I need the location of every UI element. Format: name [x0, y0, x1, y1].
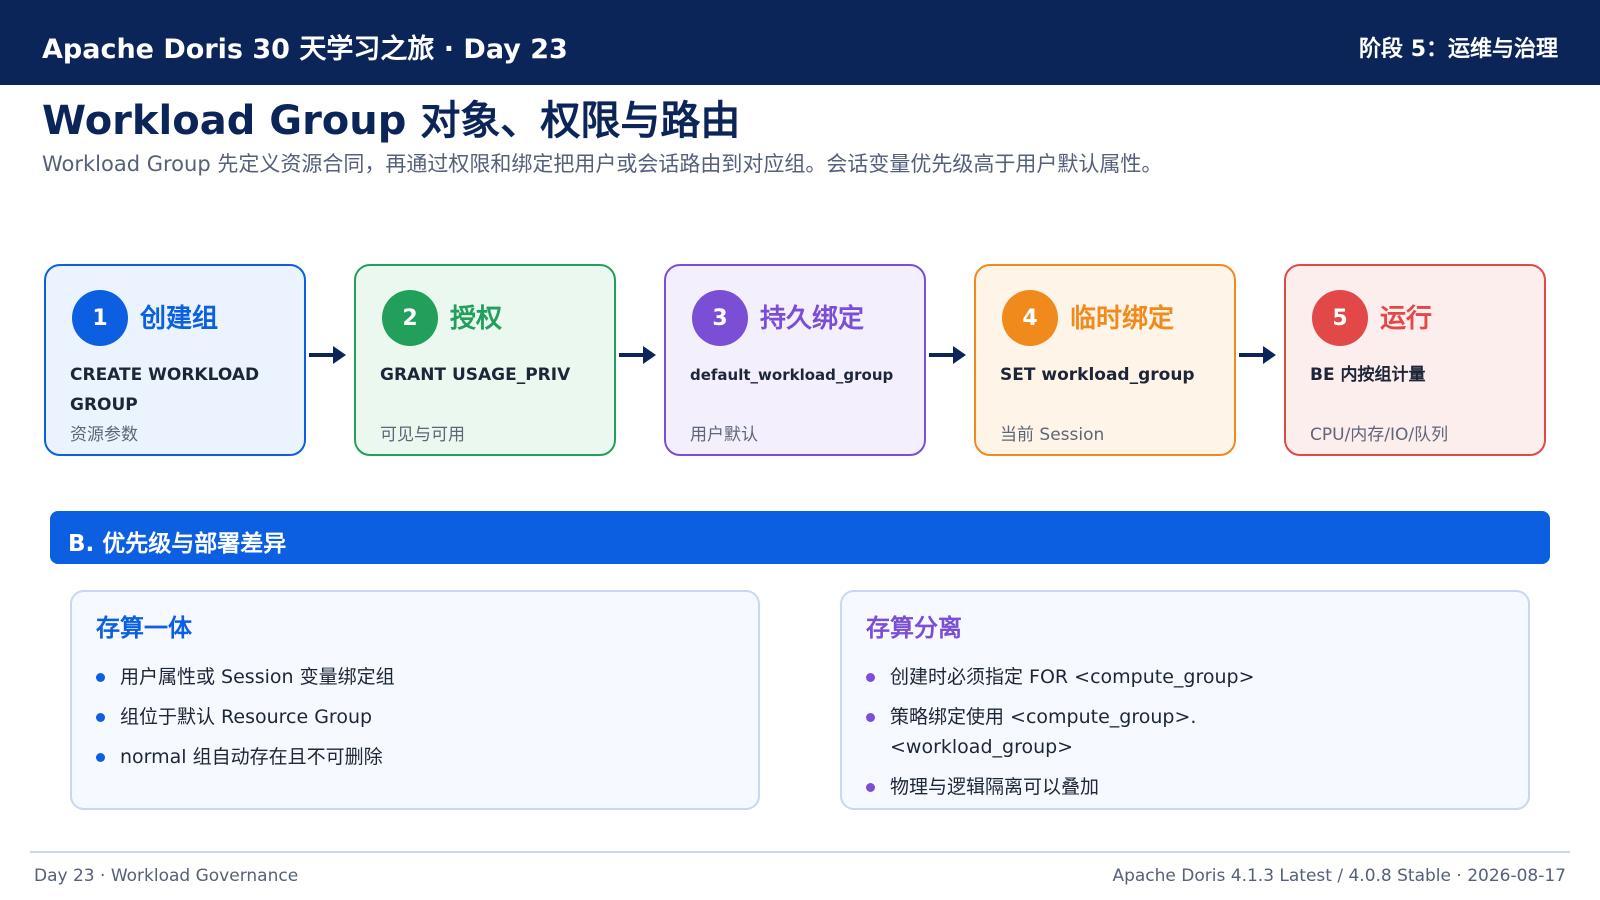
panel-integrated-storage-compute: 存算一体 用户属性或 Session 变量绑定组 组位于默认 Resource … [70, 590, 760, 810]
arrow-right-icon [309, 346, 346, 364]
panel-list: 创建时必须指定 FOR <compute_group> 策略绑定使用 <comp… [866, 662, 1286, 812]
step-card-grant: 2 授权 GRANT USAGE_PRIV 可见与可用 [354, 264, 616, 456]
step-note: CPU/内存/IO/队列 [1310, 425, 1449, 445]
bullet-dot-icon [866, 673, 875, 682]
list-item: normal 组自动存在且不可删除 [96, 742, 395, 772]
step-card-create-group: 1 创建组 CREATE WORKLOAD GROUP 资源参数 [44, 264, 306, 456]
footer-left-text: Day 23 · Workload Governance [34, 866, 299, 886]
step-note: 当前 Session [1000, 425, 1105, 445]
list-item: 组位于默认 Resource Group [96, 702, 395, 732]
top-header-bar: Apache Doris 30 天学习之旅 · Day 23 阶段 5：运维与治… [0, 0, 1600, 85]
footer-right-text: Apache Doris 4.1.3 Latest / 4.0.8 Stable… [1112, 866, 1566, 886]
bullet-dot-icon [96, 713, 105, 722]
panel-title: 存算分离 [866, 614, 962, 642]
arrow-right-icon [929, 346, 966, 364]
step-command: GRANT USAGE_PRIV [380, 365, 571, 385]
course-brand: Apache Doris 30 天学习之旅 · Day 23 [42, 34, 568, 65]
step-card-persistent-binding: 3 持久绑定 default_workload_group 用户默认 [664, 264, 926, 456]
section-b-label: B. 优先级与部署差异 [68, 531, 287, 557]
page-subtitle: Workload Group 先定义资源合同，再通过权限和绑定把用户或会话路由到… [42, 152, 1163, 176]
step-command: SET workload_group [1000, 365, 1195, 385]
step-title: 临时绑定 [1070, 304, 1175, 334]
step-number-badge: 5 [1312, 290, 1368, 346]
list-item: 创建时必须指定 FOR <compute_group> [866, 662, 1286, 692]
list-item: 策略绑定使用 <compute_group>.<workload_group> [866, 702, 1286, 762]
stage-label: 阶段 5：运维与治理 [1359, 37, 1558, 62]
step-title: 授权 [450, 304, 503, 334]
step-title: 创建组 [140, 304, 219, 334]
panel-decoupled-storage-compute: 存算分离 创建时必须指定 FOR <compute_group> 策略绑定使用 … [840, 590, 1530, 810]
step-title: 持久绑定 [760, 304, 865, 334]
step-note: 资源参数 [70, 425, 138, 445]
step-command: CREATE WORKLOAD GROUP [70, 365, 260, 415]
step-number-badge: 4 [1002, 290, 1058, 346]
section-b-banner: B. 优先级与部署差异 [50, 511, 1550, 564]
panel-list: 用户属性或 Session 变量绑定组 组位于默认 Resource Group… [96, 662, 395, 782]
footer-divider [30, 851, 1570, 853]
step-card-run: 5 运行 BE 内按组计量 CPU/内存/IO/队列 [1284, 264, 1546, 456]
step-title: 运行 [1380, 304, 1433, 334]
step-note: 可见与可用 [380, 425, 465, 445]
bullet-dot-icon [866, 783, 875, 792]
bullet-dot-icon [866, 713, 875, 722]
page-title: Workload Group 对象、权限与路由 [42, 98, 741, 144]
arrow-right-icon [619, 346, 656, 364]
step-command: default_workload_group [690, 366, 894, 384]
list-item: 物理与逻辑隔离可以叠加 [866, 772, 1286, 802]
list-item: 用户属性或 Session 变量绑定组 [96, 662, 395, 692]
step-number-badge: 1 [72, 290, 128, 346]
bullet-dot-icon [96, 673, 105, 682]
step-number-badge: 2 [382, 290, 438, 346]
step-command: BE 内按组计量 [1310, 365, 1426, 385]
bullet-dot-icon [96, 753, 105, 762]
step-card-temporary-binding: 4 临时绑定 SET workload_group 当前 Session [974, 264, 1236, 456]
arrow-right-icon [1239, 346, 1276, 364]
step-note: 用户默认 [690, 425, 758, 445]
panel-title: 存算一体 [96, 614, 192, 642]
step-number-badge: 3 [692, 290, 748, 346]
